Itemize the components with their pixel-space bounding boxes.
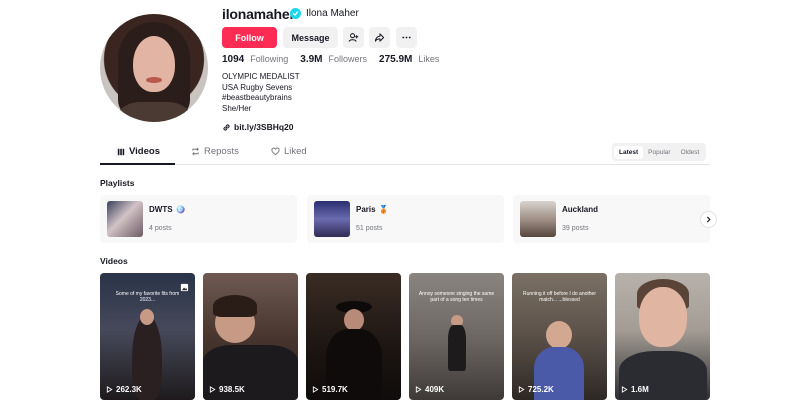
followers-count[interactable]: 3.9M [300,54,322,65]
photo-slideshow-icon [180,279,189,297]
bio-line: #beastbeautybrains [222,93,292,102]
link-icon [223,123,230,131]
play-icon [106,386,113,393]
video-card[interactable]: 1.6M [615,273,710,400]
tab-videos[interactable]: Videos [117,146,160,157]
video-subject [546,321,572,349]
video-view-count: 1.6M [621,385,649,394]
video-caption: Some of my favorite fits from 2023... [115,291,180,303]
bio-line: She/Her [222,103,252,113]
playlist-name: Auckland [562,205,598,214]
video-subject [639,287,687,347]
more-options-button[interactable] [396,27,417,48]
profile-link[interactable]: bit.ly/3SBHq20 [222,122,294,132]
video-caption: Annoy someone singing the same part of a… [418,291,495,303]
playlist-thumbnail [107,201,143,237]
suggested-accounts-button[interactable] [343,27,364,48]
video-card[interactable]: 938.5K [203,273,298,400]
followers-label: Followers [328,54,368,64]
share-profile-button[interactable] [369,27,390,48]
playlist-thumbnail [520,201,556,237]
playlist-name-text: Paris [356,205,376,214]
video-card[interactable]: 519.7K [306,273,401,400]
playlist-name: DWTS 🪩 [149,205,186,214]
video-view-count: 725.2K [518,385,554,394]
video-view-count: 262.3K [106,385,142,394]
video-view-count: 409K [415,385,444,394]
avatar-lips [146,77,162,83]
chevron-right-icon [707,216,711,223]
sort-popular[interactable]: Popular [643,146,675,159]
heart-outline-icon [271,147,280,156]
likes-count: 275.9M [379,54,413,65]
sort-latest[interactable]: Latest [614,145,644,159]
following-count[interactable]: 1094 [222,54,244,65]
play-icon [518,386,525,393]
bio-line: USA Rugby Sevens [222,82,293,92]
profile-username: ilonamaher [222,6,295,22]
video-views-text: 519.7K [322,385,348,394]
video-card[interactable]: Annoy someone singing the same part of a… [409,273,504,400]
video-views-text: 262.3K [116,385,142,394]
video-view-count: 519.7K [312,385,348,394]
active-tab-indicator [100,163,175,165]
playlist-card[interactable]: Auckland 39 posts [513,195,710,243]
tab-reposts-label: Reposts [204,146,239,157]
videos-heading: Videos [100,256,128,266]
video-subject [344,309,364,331]
disco-ball-emoji: 🪩 [175,205,186,214]
bio-line: OLYMPIC MEDALIST [222,72,300,81]
play-icon [621,386,628,393]
profile-link-text[interactable]: bit.ly/3SBHq20 [234,122,294,132]
playlist-card[interactable]: Paris 🥉 51 posts [307,195,504,243]
profile-display-name: Ilona Maher [306,8,359,19]
tab-videos-label: Videos [129,146,160,157]
sort-oldest[interactable]: Oldest [676,146,705,159]
video-card[interactable]: Some of my favorite fits from 2023... 26… [100,273,195,400]
tab-reposts[interactable]: Reposts [191,146,239,157]
playlist-name: Paris 🥉 [356,205,389,214]
message-button[interactable]: Message [283,27,338,48]
playlist-card[interactable]: DWTS 🪩 4 posts [100,195,297,243]
playlist-post-count: 51 posts [356,225,383,232]
more-dots-icon [402,36,411,39]
video-views-text: 725.2K [528,385,554,394]
play-icon [415,386,422,393]
video-views-text: 1.6M [631,385,649,394]
playlists-next-button[interactable] [700,211,717,228]
playlist-post-count: 39 posts [562,225,589,232]
add-user-icon [348,33,359,42]
verified-badge-icon [290,8,301,19]
playlist-name-text: Auckland [562,205,599,214]
tab-liked[interactable]: Liked [271,146,307,157]
grid-icon [117,148,125,155]
profile-bio: OLYMPIC MEDALIST USA Rugby Sevens #beast… [222,72,300,114]
playlist-post-count: 4 posts [149,225,172,232]
video-subject-body [448,325,466,371]
video-subject-hair [213,295,257,317]
bronze-medal-emoji: 🥉 [378,205,389,214]
tab-liked-label: Liked [284,146,307,157]
playlists-heading: Playlists [100,178,135,188]
likes-label: Likes [418,54,440,64]
video-views-text: 938.5K [219,385,245,394]
avatar-face [133,36,175,92]
video-views-text: 409K [425,385,445,394]
video-caption: Running it off before I do another match… [522,291,596,303]
playlist-name-text: DWTS [149,205,173,214]
play-icon [209,386,216,393]
repost-icon [192,147,199,156]
profile-stats: 1094 Following 3.9M Followers 275.9M Lik… [222,54,445,65]
follow-button[interactable]: Follow [222,27,277,48]
video-view-count: 938.5K [209,385,245,394]
share-icon [374,33,385,42]
video-subject-head [140,309,154,325]
play-icon [312,386,319,393]
profile-avatar[interactable] [100,14,208,122]
following-label: Following [250,54,289,64]
playlist-thumbnail [314,201,350,237]
video-card[interactable]: Running it off before I do another match… [512,273,607,400]
sort-toggle: Latest Popular Oldest [612,143,707,161]
